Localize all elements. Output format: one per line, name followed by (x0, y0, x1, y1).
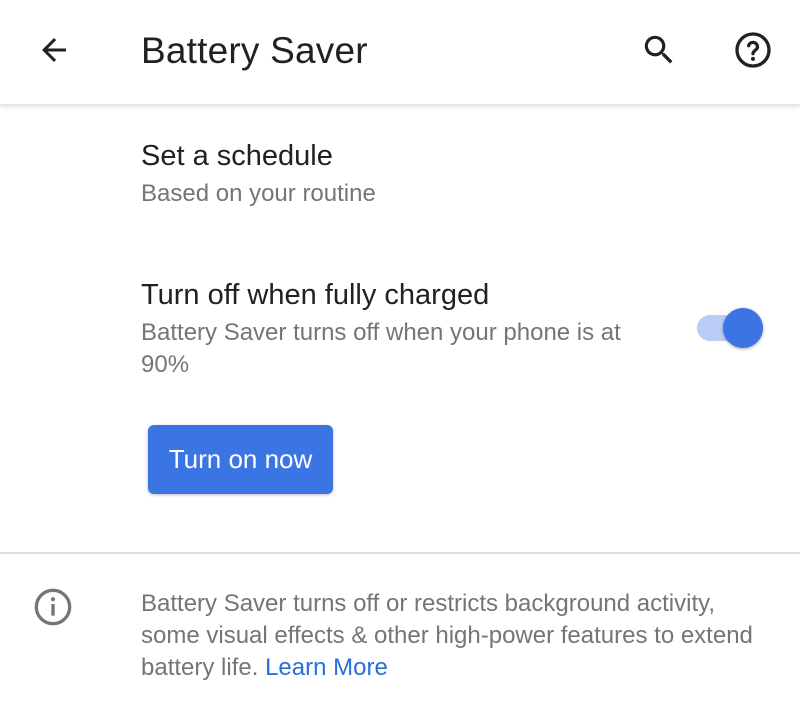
arrow-back-icon (42, 38, 66, 62)
footer-info-text: Battery Saver turns off or restricts bac… (141, 588, 761, 684)
info-icon (34, 588, 72, 626)
footer-info-body: Battery Saver turns off or restricts bac… (141, 590, 753, 681)
divider (0, 552, 800, 554)
back-button[interactable] (26, 22, 82, 78)
help-button[interactable] (725, 22, 781, 78)
toggle-thumb (723, 308, 763, 348)
search-icon (644, 35, 673, 64)
page-title: Battery Saver (141, 30, 368, 71)
turn-on-now-button[interactable]: Turn on now (148, 425, 333, 494)
set-schedule-title: Set a schedule (141, 140, 333, 172)
battery-saver-screen: Battery Saver Set a schedule Based on yo… (0, 0, 800, 728)
turn-off-when-charged-title: Turn off when fully charged (141, 279, 490, 311)
set-schedule-row[interactable]: Set a schedule Based on your routine (0, 120, 800, 230)
turn-off-when-charged-row[interactable]: Turn off when fully charged Battery Save… (0, 260, 800, 390)
help-circle-icon (735, 32, 771, 68)
app-bar: Battery Saver (0, 0, 800, 105)
turn-off-when-charged-toggle[interactable] (697, 308, 763, 348)
turn-off-when-charged-subtitle: Battery Saver turns off when your phone … (141, 319, 621, 378)
learn-more-link[interactable]: Learn More (265, 654, 388, 681)
set-schedule-subtitle: Based on your routine (141, 180, 376, 207)
search-button[interactable] (631, 22, 687, 78)
